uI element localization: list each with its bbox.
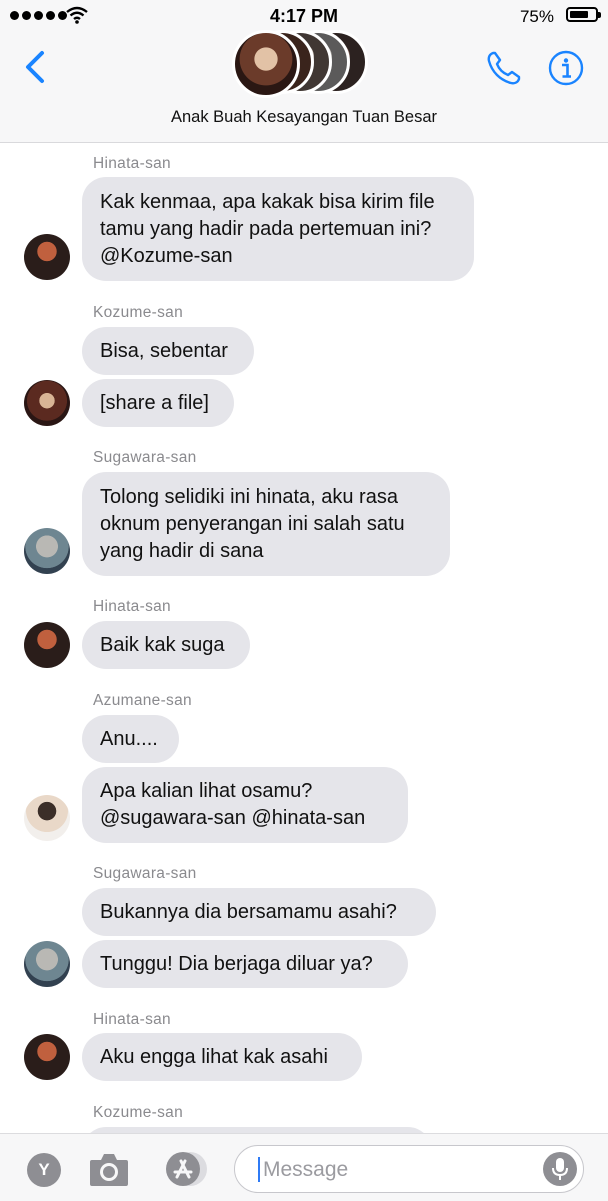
sender-name: Sugawara-san	[93, 449, 197, 466]
message-text: oknum penyerangan ini salah satu	[100, 512, 405, 535]
message-text: Bisa, sebentar	[100, 339, 228, 362]
group-avatars[interactable]	[232, 30, 382, 98]
info-button[interactable]	[548, 50, 584, 86]
message-bubble[interactable]: Anu....	[82, 715, 179, 763]
message-text: Aku engga lihat kak asahi	[100, 1045, 328, 1068]
avatar[interactable]	[24, 622, 70, 668]
message-bubble[interactable]: Bukannya dia bersamamu asahi?	[82, 888, 436, 936]
message-text: tamu yang hadir pada pertemuan ini?	[100, 217, 432, 240]
status-time: 4:17 PM	[269, 6, 339, 26]
sender-name: Azumane-san	[93, 692, 192, 709]
message-text: Baik kak suga	[100, 633, 225, 656]
message-text: @sugawara-san @hinata-san	[100, 807, 366, 829]
app-store-icon	[166, 1152, 207, 1186]
sender-name: Sugawara-san	[93, 865, 197, 882]
app-button[interactable]: Y	[27, 1153, 61, 1187]
message-text: [share a file]	[100, 391, 209, 414]
message-bubble[interactable]: Bisa, sebentar	[82, 327, 254, 375]
avatar[interactable]	[24, 941, 70, 987]
avatar[interactable]	[24, 528, 70, 574]
message-text: Anu....	[100, 727, 158, 750]
message-text: Kak kenmaa, apa kakak bisa kirim file	[100, 190, 435, 213]
status-bar: 4:17 PM 75%	[0, 0, 608, 34]
message-bubble[interactable]: Kak kenmaa, apa kakak bisa kirim file ta…	[82, 177, 474, 281]
avatar[interactable]	[24, 234, 70, 280]
app-store-button[interactable]	[160, 1150, 210, 1188]
message-text: Apa kalian lihat osamu?	[100, 780, 313, 802]
info-icon	[548, 50, 584, 86]
message-text: Bukannya dia bersamamu asahi?	[100, 900, 397, 923]
call-button[interactable]	[484, 48, 524, 88]
message-bubble[interactable]: Tolong selidiki ini hinata, aku rasa okn…	[82, 472, 450, 576]
avatar[interactable]	[24, 380, 70, 426]
sender-name: Hinata-san	[93, 598, 171, 615]
sender-name: Kozume-san	[93, 304, 184, 321]
battery-icon	[566, 7, 601, 22]
camera-button[interactable]	[88, 1150, 130, 1188]
compose-bar: Y Message	[0, 1133, 608, 1201]
back-button[interactable]	[18, 48, 52, 86]
message-text: @Kozume-san	[100, 244, 233, 267]
avatar[interactable]	[24, 795, 70, 841]
chevron-left-icon	[26, 51, 44, 83]
phone-icon	[487, 51, 521, 85]
conversation-title[interactable]: Anak Buah Kesayangan Tuan Besar	[0, 108, 608, 127]
message-thread[interactable]: Hinata-san Kak kenmaa, apa kakak bisa ki…	[0, 143, 608, 1133]
microphone-icon	[552, 1158, 568, 1180]
message-bubble[interactable]: Apa kalian lihat osamu? @sugawara-san @h…	[82, 767, 408, 843]
camera-icon	[90, 1154, 128, 1186]
text-cursor	[258, 1157, 260, 1182]
message-text: yang hadir di sana	[100, 539, 264, 562]
message-input[interactable]: Message	[234, 1145, 584, 1193]
group-member-avatar	[232, 30, 300, 98]
sender-name: Hinata-san	[93, 155, 171, 172]
avatar[interactable]	[24, 1034, 70, 1080]
message-placeholder: Message	[263, 1158, 349, 1181]
message-bubble[interactable]: [share a file]	[82, 379, 234, 427]
message-text: Tunggu! Dia berjaga diluar ya?	[100, 952, 373, 975]
microphone-button[interactable]	[543, 1152, 577, 1186]
message-bubble[interactable]: Aku engga lihat kak asahi	[82, 1033, 362, 1081]
message-bubble[interactable]: Tunggu! Dia berjaga diluar ya?	[82, 940, 408, 988]
sender-name: Kozume-san	[93, 1104, 184, 1121]
battery-percent: 75%	[519, 7, 554, 26]
message-text: Tolong selidiki ini hinata, aku rasa	[100, 485, 398, 508]
message-bubble[interactable]: Baik kak suga	[82, 621, 250, 669]
sender-name: Hinata-san	[93, 1011, 171, 1028]
